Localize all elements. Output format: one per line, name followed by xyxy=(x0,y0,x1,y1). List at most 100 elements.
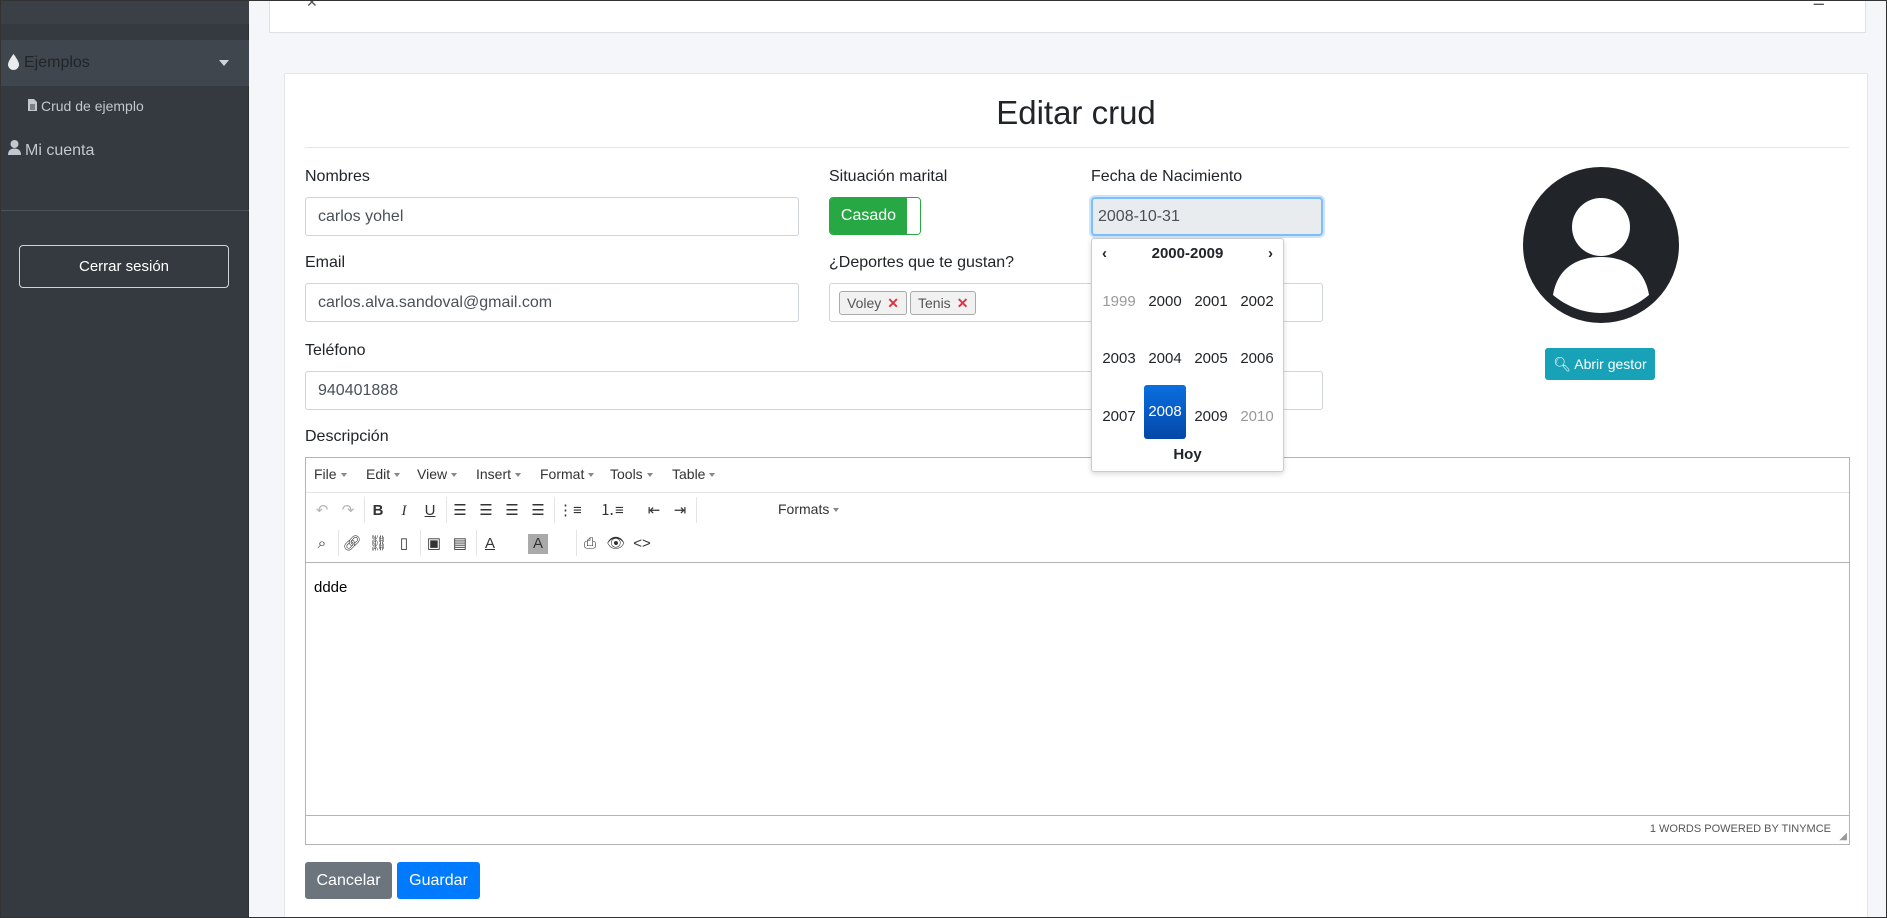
page-title: Editar crud xyxy=(996,94,1156,131)
redo-icon[interactable]: ↷ xyxy=(338,501,358,521)
telefono-label: Teléfono xyxy=(305,342,366,359)
sidebar-item-label: Mi cuenta xyxy=(25,142,95,159)
avatar xyxy=(1523,167,1679,323)
align-justify-icon[interactable]: ☰ xyxy=(528,501,548,521)
align-left-icon[interactable]: ☰ xyxy=(450,501,470,521)
numbered-list-icon[interactable]: ⒈≡ xyxy=(600,501,624,521)
open-manager-label: Abrir gestor xyxy=(1574,355,1647,372)
top-navbar: ✕ ☰ xyxy=(269,0,1866,33)
nombres-label: Nombres xyxy=(305,168,370,185)
file-icon xyxy=(28,98,37,114)
open-manager-button[interactable]: 🔍︎ Abrir gestor xyxy=(1545,348,1655,380)
tint-icon xyxy=(8,54,19,75)
tag-voley: Voley ✕ xyxy=(839,291,907,315)
year-cell[interactable]: 2003 xyxy=(1101,332,1137,386)
sidebar-divider xyxy=(0,210,249,211)
year-cell[interactable]: 2001 xyxy=(1193,275,1229,329)
year-cell[interactable]: 1999 xyxy=(1101,275,1137,329)
outdent-icon[interactable]: ⇤ xyxy=(644,501,664,521)
rich-text-editor: File Edit View Insert Format Tools Table… xyxy=(305,457,1850,845)
fecha-input[interactable]: 2008-10-31 xyxy=(1091,197,1323,236)
underline-icon[interactable]: U xyxy=(420,501,440,521)
today-button[interactable]: Hoy xyxy=(1092,446,1283,463)
year-cell[interactable]: 2007 xyxy=(1101,390,1137,444)
menu-file[interactable]: File xyxy=(314,466,347,482)
editor-content[interactable]: ddde xyxy=(306,562,1849,816)
tag-label: Voley xyxy=(847,295,882,311)
situacion-toggle[interactable]: Casado xyxy=(829,197,921,235)
menu-tools[interactable]: Tools xyxy=(610,466,653,482)
deportes-label: ¿Deportes que te gustan? xyxy=(829,254,1015,271)
unlink-icon[interactable]: ⛓︎ xyxy=(368,534,388,554)
search-icon: 🔍︎ xyxy=(1553,355,1572,372)
remove-tag-icon[interactable]: ✕ xyxy=(957,295,969,311)
bullet-list-icon[interactable]: ⋮≡ xyxy=(558,501,582,521)
menu-icon[interactable]: ☰ xyxy=(1812,0,1825,9)
menu-view[interactable]: View xyxy=(417,466,458,482)
user-icon xyxy=(8,140,21,160)
save-button[interactable]: Guardar xyxy=(397,862,480,899)
menu-table[interactable]: Table xyxy=(672,466,716,482)
sidebar-item-ejemplos[interactable]: Ejemplos xyxy=(0,40,249,86)
search-replace-icon[interactable]: ⌕ xyxy=(312,534,332,554)
menu-edit[interactable]: Edit xyxy=(366,466,401,482)
sidebar-header xyxy=(0,0,249,24)
text-color-icon[interactable]: A xyxy=(480,534,500,554)
year-datepicker: 2000-2009 ‹ › 1999 2000 2001 2002 2003 2… xyxy=(1091,238,1284,472)
sidebar: Ejemplos Crud de ejemplo Mi cuenta Cerra… xyxy=(0,0,249,918)
code-icon[interactable]: <> xyxy=(632,534,652,554)
chevron-left-icon[interactable]: ‹ xyxy=(1102,245,1107,262)
year-cell[interactable]: 2010 xyxy=(1239,390,1275,444)
nombres-input[interactable]: carlos yohel xyxy=(305,197,799,236)
email-label: Email xyxy=(305,254,346,271)
year-cell-selected[interactable]: 2008 xyxy=(1144,385,1186,439)
align-center-icon[interactable]: ☰ xyxy=(476,501,496,521)
year-cell[interactable]: 2002 xyxy=(1239,275,1275,329)
italic-icon[interactable]: I xyxy=(394,501,414,521)
datepicker-header: 2000-2009 ‹ › xyxy=(1092,245,1283,267)
menu-insert[interactable]: Insert xyxy=(476,466,522,482)
chevron-right-icon[interactable]: › xyxy=(1268,245,1273,262)
resize-handle-icon[interactable]: ◢ xyxy=(1839,831,1847,842)
year-cell[interactable]: 2000 xyxy=(1147,275,1183,329)
link-icon[interactable]: 🔗︎ xyxy=(342,534,362,554)
sidebar-item-label: Ejemplos xyxy=(24,54,90,71)
editor-statusbar: 1 WORDS POWERED BY TINYMCE ◢ xyxy=(306,816,1849,844)
close-icon[interactable]: ✕ xyxy=(306,0,318,11)
situacion-label: Situación marital xyxy=(829,168,948,185)
sidebar-item-crud[interactable]: Crud de ejemplo xyxy=(28,98,144,114)
year-cell[interactable]: 2009 xyxy=(1193,390,1229,444)
indent-icon[interactable]: ⇥ xyxy=(670,501,690,521)
toggle-label: Casado xyxy=(830,198,907,234)
caret-down-icon xyxy=(219,60,229,66)
sidebar-item-label: Crud de ejemplo xyxy=(41,98,144,114)
print-icon[interactable]: ⎙ xyxy=(580,534,600,554)
undo-icon[interactable]: ↶ xyxy=(312,501,332,521)
datepicker-title[interactable]: 2000-2009 xyxy=(1092,245,1283,262)
word-count: 1 WORDS POWERED BY TINYMCE xyxy=(1649,823,1831,835)
bookmark-icon[interactable]: ▯ xyxy=(394,534,414,554)
image-icon[interactable]: ▣ xyxy=(424,534,444,554)
year-cell[interactable]: 2006 xyxy=(1239,332,1275,386)
sidebar-item-cuenta[interactable]: Mi cuenta xyxy=(8,140,94,160)
tag-tenis: Tenis ✕ xyxy=(910,291,977,315)
remove-tag-icon[interactable]: ✕ xyxy=(887,295,899,311)
fecha-label: Fecha de Nacimiento xyxy=(1091,168,1243,185)
bold-icon[interactable]: B xyxy=(368,501,388,521)
tag-label: Tenis xyxy=(918,295,951,311)
toggle-knob xyxy=(907,198,920,234)
menu-format[interactable]: Format xyxy=(540,466,595,482)
preview-icon[interactable]: 👁︎ xyxy=(606,534,626,554)
logout-button[interactable]: Cerrar sesión xyxy=(19,245,229,288)
year-cell[interactable]: 2005 xyxy=(1193,332,1229,386)
email-field[interactable]: carlos.alva.sandoval@gmail.com xyxy=(305,283,799,322)
background-color-icon[interactable]: A xyxy=(528,534,548,554)
media-icon[interactable]: ▤ xyxy=(450,534,470,554)
year-cell[interactable]: 2004 xyxy=(1147,332,1183,386)
cancel-button[interactable]: Cancelar xyxy=(305,862,392,899)
formats-dropdown[interactable]: Formats xyxy=(778,501,840,517)
editor-toolbar-2: ⌕ 🔗︎ ⛓︎ ▯ ▣ ▤ A A ⎙ 👁︎ <> xyxy=(306,526,1849,560)
editor-toolbar-1: ↶ ↷ B I U ☰ ☰ ☰ ☰ ⋮≡ ⒈≡ ⇤ ⇥ Formats xyxy=(306,492,1849,526)
align-right-icon[interactable]: ☰ xyxy=(502,501,522,521)
editor-menubar: File Edit View Insert Format Tools Table xyxy=(306,458,1849,492)
